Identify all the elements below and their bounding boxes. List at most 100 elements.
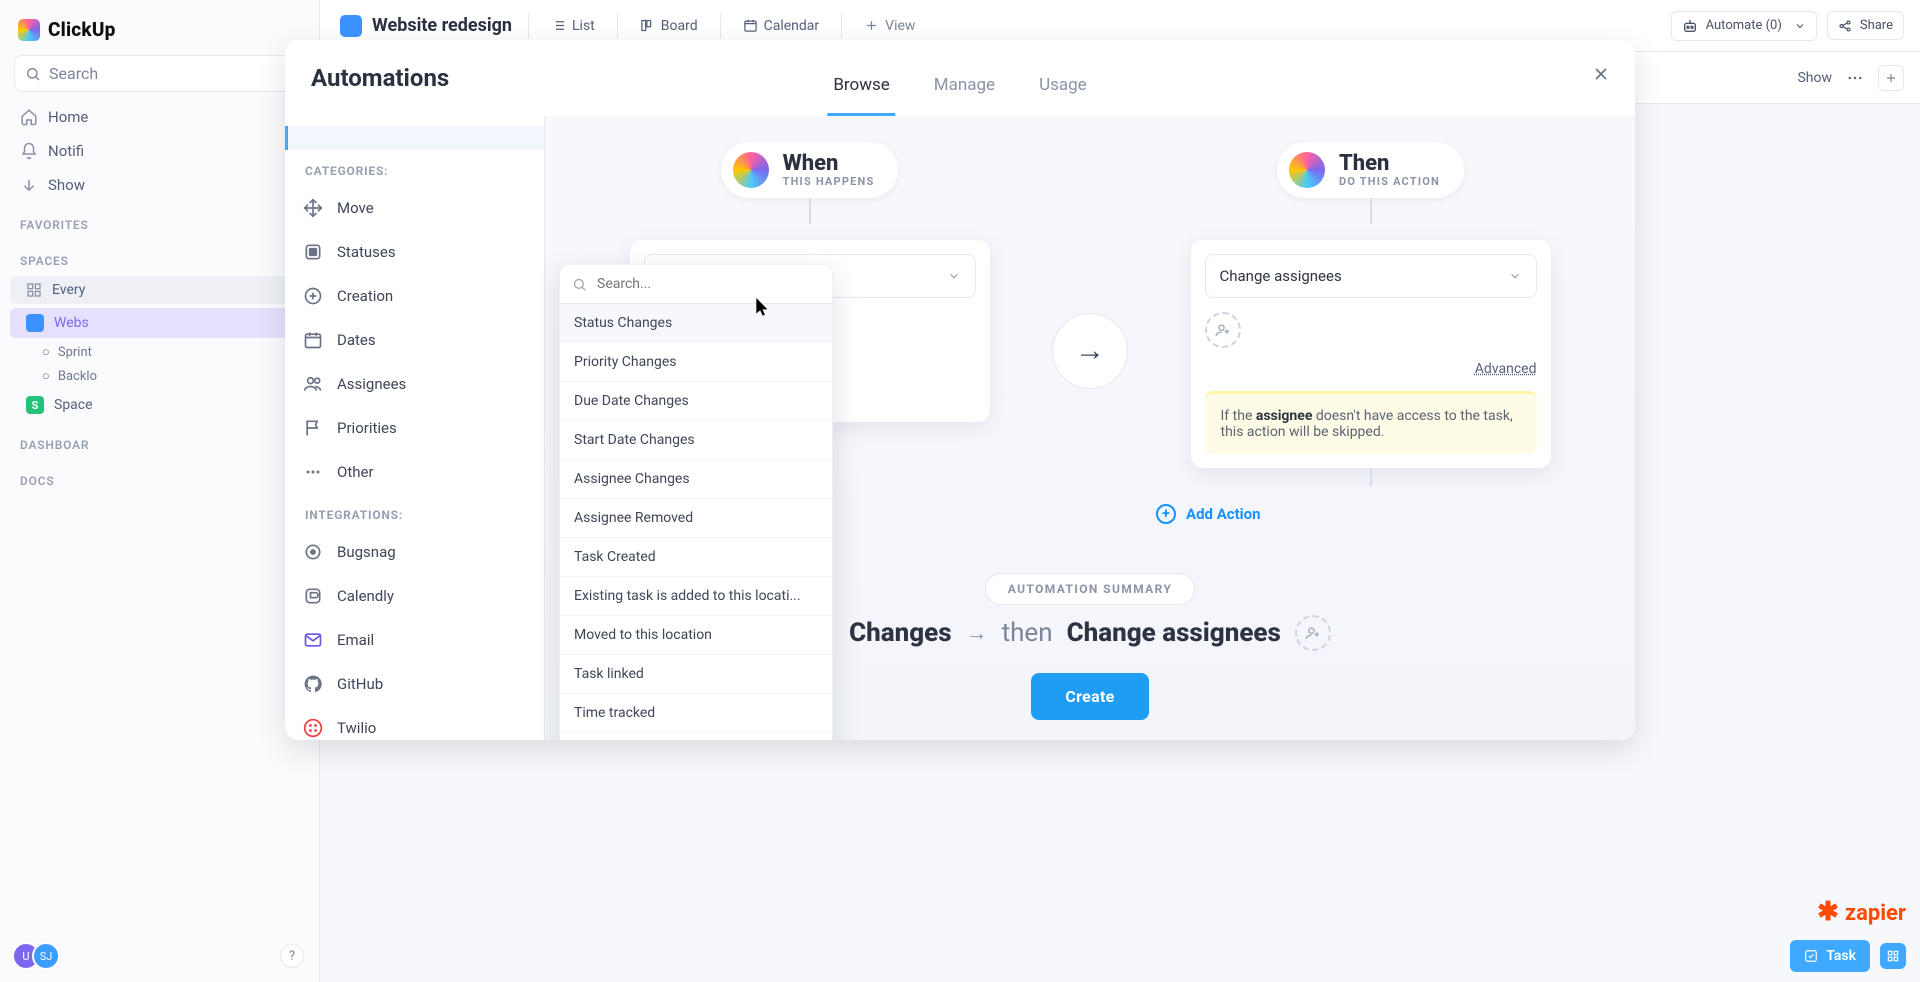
- trigger-option[interactable]: Moved to this location: [560, 616, 832, 655]
- category-assignees[interactable]: Assignees: [285, 362, 544, 406]
- connector-line: [1370, 198, 1372, 224]
- calendly-icon: [303, 586, 323, 606]
- modal-close-button[interactable]: [1585, 58, 1617, 90]
- trigger-option[interactable]: All subtasks resolved: [560, 733, 832, 740]
- modal-header: Automations Browse Manage Usage: [285, 40, 1635, 116]
- trigger-dropdown: Status Changes Priority Changes Due Date…: [559, 264, 833, 740]
- connector-line: [1370, 468, 1372, 486]
- when-sub: THIS HAPPENS: [783, 176, 875, 188]
- modal-title: Automations: [311, 64, 449, 92]
- trigger-option[interactable]: Priority Changes: [560, 343, 832, 382]
- when-head: When THIS HAPPENS: [721, 142, 899, 198]
- trigger-option[interactable]: Assignee Removed: [560, 499, 832, 538]
- trigger-option[interactable]: Existing task is added to this locati...: [560, 577, 832, 616]
- connector-line: [809, 198, 811, 224]
- integration-github-label: GitHub: [337, 675, 383, 693]
- plus-circle-icon: [303, 286, 323, 306]
- assignee-picker[interactable]: [1205, 312, 1537, 348]
- categories-rail: CATEGORIES: Move Statuses Creation Dates…: [285, 116, 545, 740]
- dots-icon: [303, 462, 323, 482]
- category-statuses[interactable]: Statuses: [285, 230, 544, 274]
- summary-then-word: then: [1002, 618, 1053, 648]
- integration-bugsnag[interactable]: Bugsnag: [285, 530, 544, 574]
- trigger-option[interactable]: Assignee Changes: [560, 460, 832, 499]
- automations-modal: Automations Browse Manage Usage CATEGORI…: [285, 40, 1635, 740]
- when-title: When: [783, 152, 875, 176]
- warn-bold: assignee: [1256, 408, 1313, 424]
- arrow-icon: →: [1052, 313, 1128, 389]
- integration-github[interactable]: GitHub: [285, 662, 544, 706]
- summary-then-action: Change assignees: [1067, 618, 1281, 648]
- trigger-option[interactable]: Task linked: [560, 655, 832, 694]
- flag-icon: [303, 418, 323, 438]
- status-icon: [303, 242, 323, 262]
- category-priorities-label: Priorities: [337, 419, 397, 437]
- modal-tab-usage[interactable]: Usage: [1033, 53, 1093, 116]
- category-creation[interactable]: Creation: [285, 274, 544, 318]
- category-item-active-hint[interactable]: [285, 126, 544, 150]
- category-assignees-label: Assignees: [337, 375, 406, 393]
- categories-label: CATEGORIES:: [285, 150, 544, 186]
- integration-calendly[interactable]: Calendly: [285, 574, 544, 618]
- integration-bugsnag-label: Bugsnag: [337, 543, 396, 561]
- category-other-label: Other: [337, 463, 374, 481]
- summary-line: Changes → then Change assignees: [849, 615, 1331, 651]
- integration-twilio[interactable]: Twilio: [285, 706, 544, 740]
- clickup-dot-icon: [733, 152, 769, 188]
- category-move-label: Move: [337, 199, 374, 217]
- close-icon: [1591, 64, 1611, 84]
- add-user-icon: [1304, 624, 1322, 642]
- trigger-option[interactable]: Task Created: [560, 538, 832, 577]
- category-move[interactable]: Move: [285, 186, 544, 230]
- advanced-link[interactable]: Advanced: [1475, 361, 1537, 377]
- summary-assignee-placeholder[interactable]: [1295, 615, 1331, 651]
- integration-calendly-label: Calendly: [337, 587, 394, 605]
- advanced-link-wrap: Advanced: [1205, 358, 1537, 377]
- calendar-icon: [303, 330, 323, 350]
- category-other[interactable]: Other: [285, 450, 544, 494]
- warn-pre: If the: [1221, 408, 1256, 424]
- integration-email[interactable]: Email: [285, 618, 544, 662]
- then-sub: DO THIS ACTION: [1339, 176, 1440, 188]
- then-card: Change assignees Advanced If the assigne…: [1191, 240, 1551, 468]
- mouse-cursor: [756, 298, 770, 318]
- summary-label: AUTOMATION SUMMARY: [985, 573, 1196, 605]
- category-priorities[interactable]: Priorities: [285, 406, 544, 450]
- add-assignee-icon: [1205, 312, 1241, 348]
- category-statuses-label: Statuses: [337, 243, 396, 261]
- users-icon: [303, 374, 323, 394]
- clickup-dot-icon: [1289, 152, 1325, 188]
- then-step: Then DO THIS ACTION Change assignees: [1150, 142, 1591, 559]
- trigger-search-input[interactable]: [595, 275, 820, 293]
- trigger-option[interactable]: Time tracked: [560, 694, 832, 733]
- action-select[interactable]: Change assignees: [1205, 254, 1537, 298]
- flow-arrow: →: [1030, 142, 1150, 559]
- category-dates[interactable]: Dates: [285, 318, 544, 362]
- automation-builder: When THIS HAPPENS Status Changes →: [545, 116, 1635, 740]
- twilio-icon: [303, 718, 323, 738]
- trigger-option[interactable]: Start Date Changes: [560, 421, 832, 460]
- summary-when-event: Changes: [849, 618, 952, 648]
- summary-arrow-icon: →: [966, 620, 988, 646]
- integration-twilio-label: Twilio: [337, 719, 376, 737]
- action-select-value: Change assignees: [1220, 267, 1342, 285]
- mail-icon: [303, 630, 323, 650]
- add-action-button[interactable]: + Add Action: [1156, 504, 1261, 524]
- modal-tab-manage[interactable]: Manage: [928, 53, 1001, 116]
- modal-tabs: Browse Manage Usage: [827, 53, 1092, 116]
- integration-email-label: Email: [337, 631, 374, 649]
- trigger-option[interactable]: Due Date Changes: [560, 382, 832, 421]
- category-creation-label: Creation: [337, 287, 393, 305]
- then-head: Then DO THIS ACTION: [1277, 142, 1464, 198]
- github-icon: [303, 674, 323, 694]
- modal-tab-browse[interactable]: Browse: [827, 53, 895, 116]
- then-title: Then: [1339, 152, 1440, 176]
- trigger-dropdown-search[interactable]: [560, 265, 832, 304]
- chevron-down-icon: [1508, 269, 1522, 283]
- create-button[interactable]: Create: [1031, 673, 1148, 720]
- integrations-label: INTEGRATIONS:: [285, 494, 544, 530]
- trigger-option[interactable]: Status Changes: [560, 304, 832, 343]
- plus-icon: +: [1156, 504, 1176, 524]
- add-action-label: Add Action: [1186, 505, 1261, 523]
- search-icon: [572, 277, 587, 292]
